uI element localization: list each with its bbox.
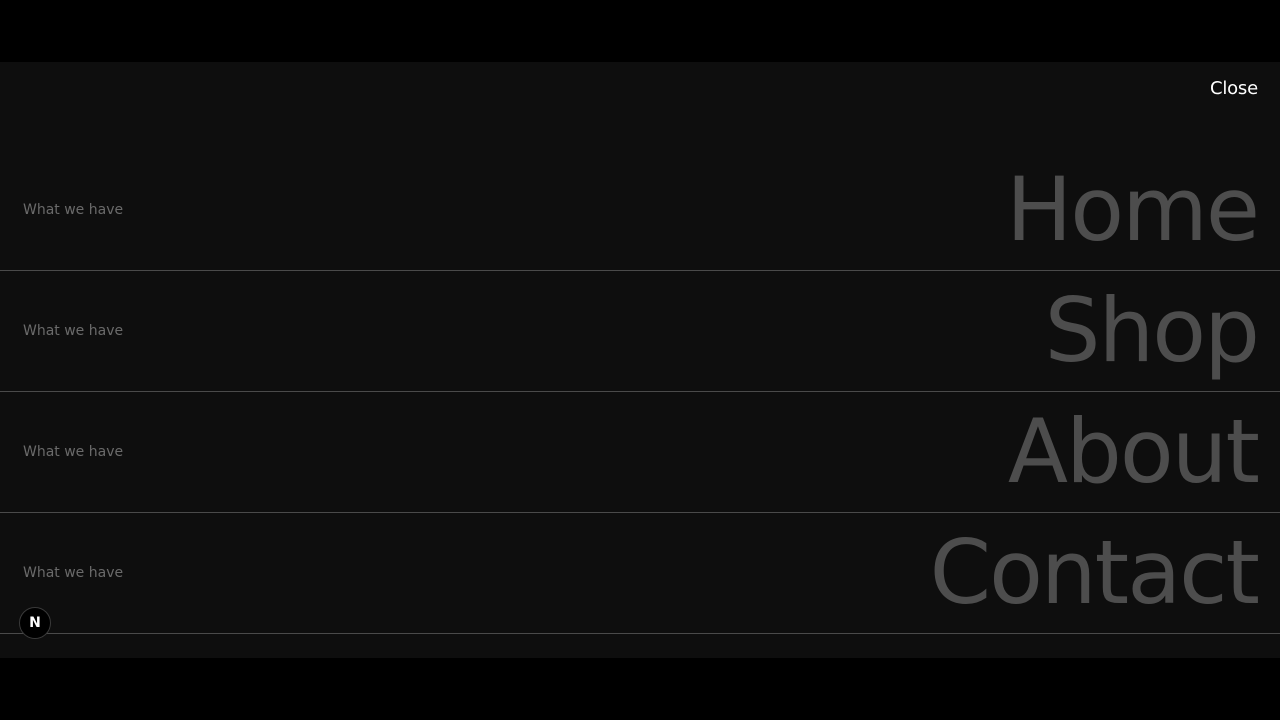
menu-item-about[interactable]: What we have About [0,392,1280,513]
menu-item-label[interactable]: Shop [1045,287,1260,375]
navigation-menu-overlay: Close What we have Home What we have Sho… [0,62,1280,658]
menu-item-label[interactable]: Home [1006,166,1260,254]
menu-item-home[interactable]: What we have Home [0,150,1280,271]
menu-list: What we have Home What we have Shop What… [0,150,1280,634]
nextjs-logo-icon[interactable]: N [19,607,51,639]
menu-item-shop[interactable]: What we have Shop [0,271,1280,392]
menu-item-caption: What we have [23,444,124,460]
menu-item-caption: What we have [23,202,124,218]
bottom-letterbox [0,658,1280,720]
close-menu-button[interactable]: Close [1210,78,1258,99]
top-letterbox [0,0,1280,62]
menu-item-contact[interactable]: What we have Contact [0,513,1280,634]
menu-item-label[interactable]: About [1008,408,1260,496]
menu-item-caption: What we have [23,323,124,339]
menu-item-label[interactable]: Contact [930,529,1260,617]
menu-item-caption: What we have [23,565,124,581]
